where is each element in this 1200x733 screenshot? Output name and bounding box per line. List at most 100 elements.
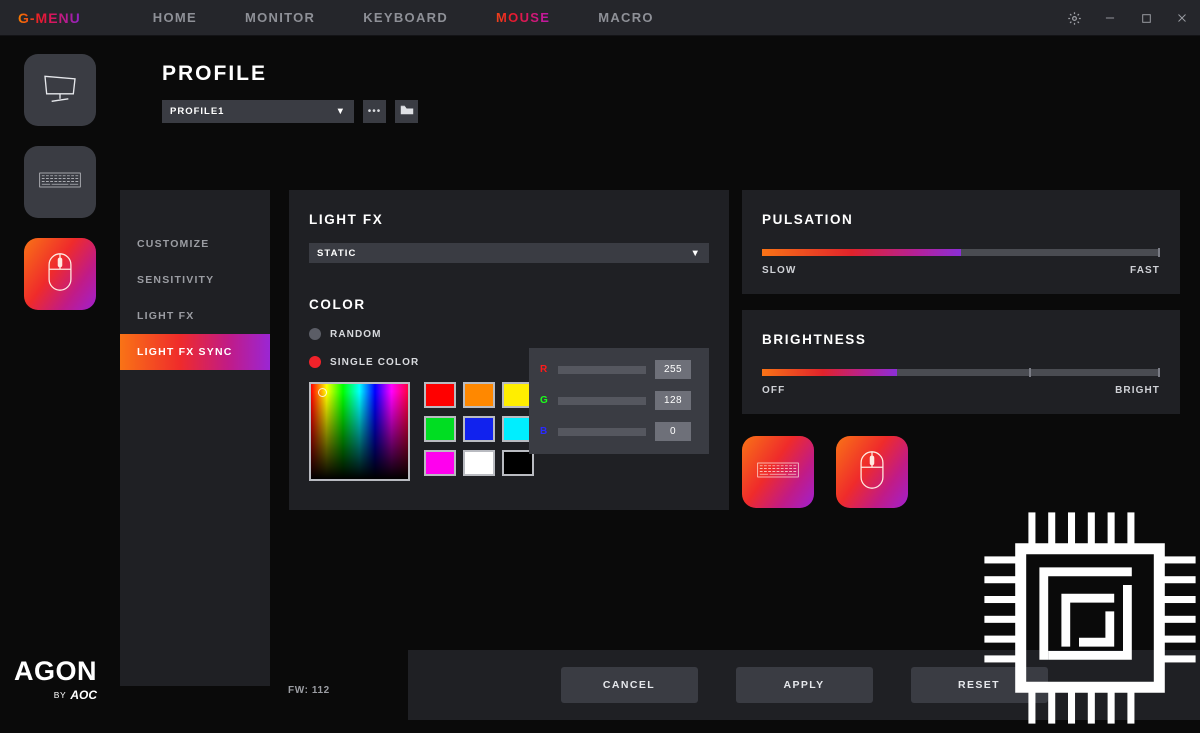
firmware-version: FW: 112 — [288, 685, 330, 696]
maximize-icon[interactable] — [1128, 0, 1164, 36]
nav-tab-macro[interactable]: MACRO — [574, 10, 678, 25]
gear-icon[interactable] — [1056, 0, 1092, 36]
pulsation-panel: PULSATION SLOW FAST — [742, 190, 1180, 294]
folder-icon — [400, 103, 414, 121]
device-rail: AGON BY AOC — [0, 36, 120, 720]
swatch-blue[interactable] — [463, 416, 495, 442]
main-content: PROFILE PROFILE1 ▼ ••• CUSTOMIZE SENSITI… — [120, 36, 1200, 724]
minimize-icon[interactable] — [1092, 0, 1128, 36]
apply-button[interactable]: APPLY — [735, 667, 873, 703]
swatch-orange[interactable] — [463, 382, 495, 408]
keyboard-icon — [757, 462, 799, 483]
sync-tile-keyboard[interactable] — [742, 436, 814, 508]
agon-wordmark: AGON — [14, 656, 97, 686]
pulsation-min-label: SLOW — [762, 265, 797, 276]
nav-tab-mouse[interactable]: MOUSE — [472, 10, 574, 25]
pulsation-slider-fill — [762, 249, 961, 256]
brightness-slider-mid-tick — [1028, 368, 1031, 377]
window-controls — [1056, 0, 1200, 36]
brightness-max-label: BRIGHT — [1115, 385, 1160, 396]
swatch-white[interactable] — [463, 450, 495, 476]
color-cursor-icon — [318, 388, 327, 397]
pulsation-max-label: FAST — [1130, 265, 1160, 276]
color-section-title: COLOR — [309, 297, 366, 312]
settings-body: CUSTOMIZE SENSITIVITY LIGHT FX LIGHT FX … — [120, 154, 1200, 686]
chevron-down-icon: ▼ — [690, 247, 701, 259]
device-rail-monitor[interactable] — [24, 54, 96, 126]
rgb-slider-r[interactable] — [558, 365, 646, 374]
pulsation-title: PULSATION — [762, 212, 854, 227]
app-logo: G-MENU — [18, 9, 81, 26]
sidebar-item-customize[interactable]: CUSTOMIZE — [120, 226, 270, 262]
rgb-value-b[interactable]: 0 — [655, 422, 691, 441]
radio-icon — [309, 328, 321, 340]
color-option-single-label: SINGLE COLOR — [330, 356, 420, 368]
agon-brand-logo: AGON BY AOC — [14, 656, 97, 703]
light-fx-mode-value: STATIC — [317, 247, 357, 259]
sidebar-item-light-fx-sync[interactable]: LIGHT FX SYNC — [120, 334, 270, 370]
color-swatch-grid — [424, 382, 534, 481]
brightness-panel: BRIGHTNESS OFF BRIGHT — [742, 310, 1180, 414]
sync-tile-mouse[interactable] — [836, 436, 908, 508]
pulsation-slider-end-tick — [1158, 248, 1160, 257]
brightness-slider-end-tick — [1158, 368, 1160, 377]
right-column: PULSATION SLOW FAST BRIGHTNESS OFF BRIGH… — [742, 190, 1180, 414]
mouse-icon — [858, 450, 886, 495]
monitor-icon — [40, 71, 80, 110]
rgb-label-b: B — [540, 426, 548, 437]
sidebar-item-light-fx[interactable]: LIGHT FX — [120, 298, 270, 334]
light-fx-mode-select[interactable]: STATIC ▼ — [309, 243, 709, 263]
aoc-wordmark: AOC — [70, 688, 97, 702]
sidebar-item-sensitivity[interactable]: SENSITIVITY — [120, 262, 270, 298]
brightness-min-label: OFF — [762, 385, 786, 396]
ellipsis-icon: ••• — [367, 105, 382, 117]
main-nav: HOME MONITOR KEYBOARD MOUSE MACRO — [129, 10, 678, 25]
keyboard-icon — [39, 172, 81, 193]
swatch-magenta[interactable] — [424, 450, 456, 476]
rgb-inputs: R 255 G 128 B 0 — [529, 348, 709, 454]
nav-tab-keyboard[interactable]: KEYBOARD — [339, 10, 472, 25]
agon-by-text: BY — [53, 690, 67, 700]
brightness-slider-labels: OFF BRIGHT — [762, 385, 1160, 396]
cancel-button[interactable]: CANCEL — [560, 667, 698, 703]
footer-actions: CANCEL APPLY RESET — [408, 650, 1200, 720]
brightness-slider-fill — [762, 369, 898, 376]
radio-selected-icon — [309, 356, 321, 368]
rgb-row-red: R 255 — [540, 360, 698, 379]
mouse-icon — [46, 252, 74, 297]
profile-select[interactable]: PROFILE1 ▼ — [162, 100, 354, 123]
pulsation-slider[interactable] — [762, 248, 1160, 257]
profile-header: PROFILE PROFILE1 ▼ ••• — [120, 36, 1200, 123]
title-bar: G-MENU HOME MONITOR KEYBOARD MOUSE MACRO — [0, 0, 1200, 36]
chevron-down-icon: ▼ — [335, 106, 346, 117]
device-rail-keyboard[interactable] — [24, 146, 96, 218]
rgb-slider-g[interactable] — [558, 396, 646, 405]
rgb-value-r[interactable]: 255 — [655, 360, 691, 379]
settings-sidebar: CUSTOMIZE SENSITIVITY LIGHT FX LIGHT FX … — [120, 190, 270, 686]
color-option-random[interactable]: RANDOM — [309, 328, 709, 340]
profile-folder-button[interactable] — [395, 100, 418, 123]
swatch-red[interactable] — [424, 382, 456, 408]
swatch-green[interactable] — [424, 416, 456, 442]
color-option-random-label: RANDOM — [330, 328, 382, 340]
brightness-title: BRIGHTNESS — [762, 332, 867, 347]
rgb-value-g[interactable]: 128 — [655, 391, 691, 410]
brightness-slider[interactable] — [762, 368, 1160, 377]
device-rail-mouse[interactable] — [24, 238, 96, 310]
rgb-slider-b[interactable] — [558, 427, 646, 436]
profile-select-value: PROFILE1 — [170, 106, 225, 117]
nav-tab-monitor[interactable]: MONITOR — [221, 10, 339, 25]
nav-tab-home[interactable]: HOME — [129, 10, 221, 25]
profile-more-button[interactable]: ••• — [363, 100, 386, 123]
rgb-row-blue: B 0 — [540, 422, 698, 441]
close-icon[interactable] — [1164, 0, 1200, 36]
rgb-label-r: R — [540, 364, 548, 375]
light-fx-title: LIGHT FX — [309, 212, 384, 227]
rgb-row-green: G 128 — [540, 391, 698, 410]
hsv-color-field[interactable] — [309, 382, 410, 481]
reset-button[interactable]: RESET — [910, 667, 1048, 703]
rgb-label-g: G — [540, 395, 548, 406]
page-title: PROFILE — [162, 62, 268, 85]
light-fx-panel: LIGHT FX STATIC ▼ COLOR RANDOM SINGLE CO… — [289, 190, 729, 510]
sync-device-tiles — [742, 436, 908, 508]
